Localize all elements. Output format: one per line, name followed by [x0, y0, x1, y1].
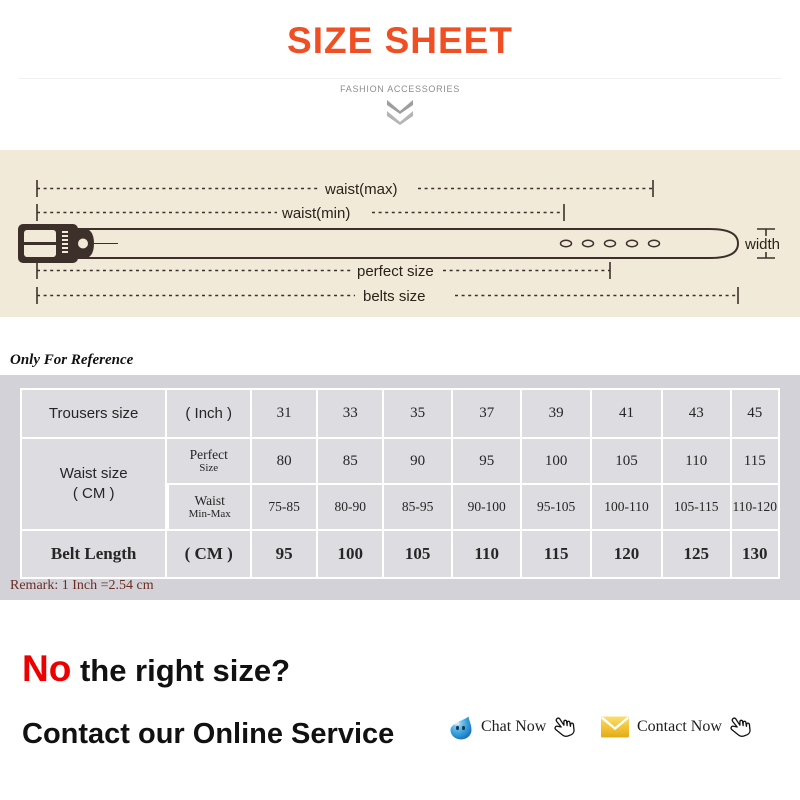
page-subtitle: FASHION ACCESSORIES: [0, 79, 800, 97]
chat-bubble-face-icon: [450, 716, 472, 740]
table-cell: 31: [252, 388, 319, 439]
table-cell: 90-100: [452, 485, 523, 531]
table-cell: 41: [591, 388, 663, 439]
table-cell: 95: [452, 439, 523, 485]
table-cell: 130: [731, 531, 780, 579]
table-cell: 105-115: [663, 485, 732, 531]
table-cell: 45: [731, 388, 780, 439]
table-cell: 39: [522, 388, 592, 439]
table-cell: 115: [731, 439, 780, 485]
hand-pointer-icon: [730, 717, 751, 737]
waist-size-line2: ( CM ): [72, 485, 115, 502]
table-cell: 95: [252, 531, 319, 579]
perfect-size-sub: Size: [199, 462, 219, 475]
remark-text: Remark: 1 Inch =2.54 cm: [10, 578, 154, 593]
chat-now-button[interactable]: Chat Now: [448, 714, 577, 740]
perfect-size-main: Perfect: [189, 447, 228, 463]
label-waist-min: waist(min): [281, 205, 350, 222]
cell-waist-size-label: Waist size ( CM ): [20, 439, 168, 531]
headline-no-word: No: [22, 648, 72, 689]
cell-perfect-size-unit: Perfect Size: [167, 439, 253, 485]
contact-now-button[interactable]: Contact Now: [600, 714, 753, 740]
cell-trousers-size-label: Trousers size: [20, 388, 168, 439]
page-subtitle-text: FASHION ACCESSORIES: [324, 84, 476, 94]
table-row-belt-length: Belt Length ( CM ) 95 100 105 110 115 12…: [20, 531, 780, 579]
cell-trousers-size-unit: ( Inch ): [167, 388, 253, 439]
contact-section: No the right size? Contact our Online Se…: [0, 600, 800, 800]
table-cell: 100: [522, 439, 592, 485]
page-header: SIZE SHEET FASHION ACCESSORIES: [0, 0, 800, 150]
label-belts-size: belts size: [363, 288, 426, 305]
size-table-band: Trousers size ( Inch ) 31 33 35 37 39 41…: [0, 375, 800, 600]
page-title: SIZE SHEET: [287, 20, 513, 61]
label-perfect-size: perfect size: [357, 263, 434, 280]
envelope-icon: [601, 716, 629, 738]
waist-size-line1: Waist size: [59, 464, 128, 482]
table-cell: 33: [318, 388, 385, 439]
waist-minmax-sub: Min-Max: [188, 508, 231, 521]
table-cell: 100-110: [591, 485, 663, 531]
table-cell: 125: [663, 531, 732, 579]
table-cell: 115: [522, 531, 592, 579]
double-chevron-down-icon: [0, 100, 800, 125]
table-cell: 80-90: [318, 485, 385, 531]
headline-rest: the right size?: [71, 653, 291, 688]
waist-minmax-main: Waist: [194, 493, 225, 509]
belt-diagram: .dl { stroke:#3d302a; stroke-width:1.6; …: [0, 150, 800, 317]
table-cell: 85: [318, 439, 385, 485]
table-cell: 85-95: [384, 485, 453, 531]
table-cell: 110: [452, 531, 523, 579]
table-cell: 105: [591, 439, 663, 485]
table-cell: 37: [452, 388, 523, 439]
contact-now-label: Contact Now: [637, 718, 722, 735]
cell-belt-length-unit: ( CM ): [167, 531, 253, 579]
reference-note: Only For Reference: [10, 352, 134, 368]
table-cell: 80: [252, 439, 319, 485]
headline-contact-service: Contact our Online Service: [22, 718, 395, 750]
headline-no-right-size: No the right size?: [22, 648, 290, 690]
table-row-trousers-size: Trousers size ( Inch ) 31 33 35 37 39 41…: [20, 388, 780, 439]
hand-pointer-icon: [554, 717, 575, 737]
table-cell: 120: [591, 531, 663, 579]
table-cell: 43: [663, 388, 732, 439]
table-cell: 100: [318, 531, 385, 579]
table-cell: 110-120: [731, 485, 780, 531]
chat-now-label: Chat Now: [481, 718, 547, 735]
label-waist-max: waist(max): [324, 181, 398, 198]
label-width: width: [744, 236, 780, 253]
table-cell: 90: [384, 439, 453, 485]
table-row-perfect-size: Waist size ( CM ) Perfect Size 80 85 90 …: [20, 439, 780, 531]
table-cell: 35: [384, 388, 453, 439]
cell-waist-minmax-unit: Waist Min-Max: [167, 485, 253, 531]
table-cell: 75-85: [252, 485, 319, 531]
table-cell: 110: [663, 439, 732, 485]
size-table: Trousers size ( Inch ) 31 33 35 37 39 41…: [20, 388, 780, 579]
table-cell: 95-105: [522, 485, 592, 531]
cell-belt-length-label: Belt Length: [20, 531, 168, 579]
table-cell: 105: [384, 531, 453, 579]
